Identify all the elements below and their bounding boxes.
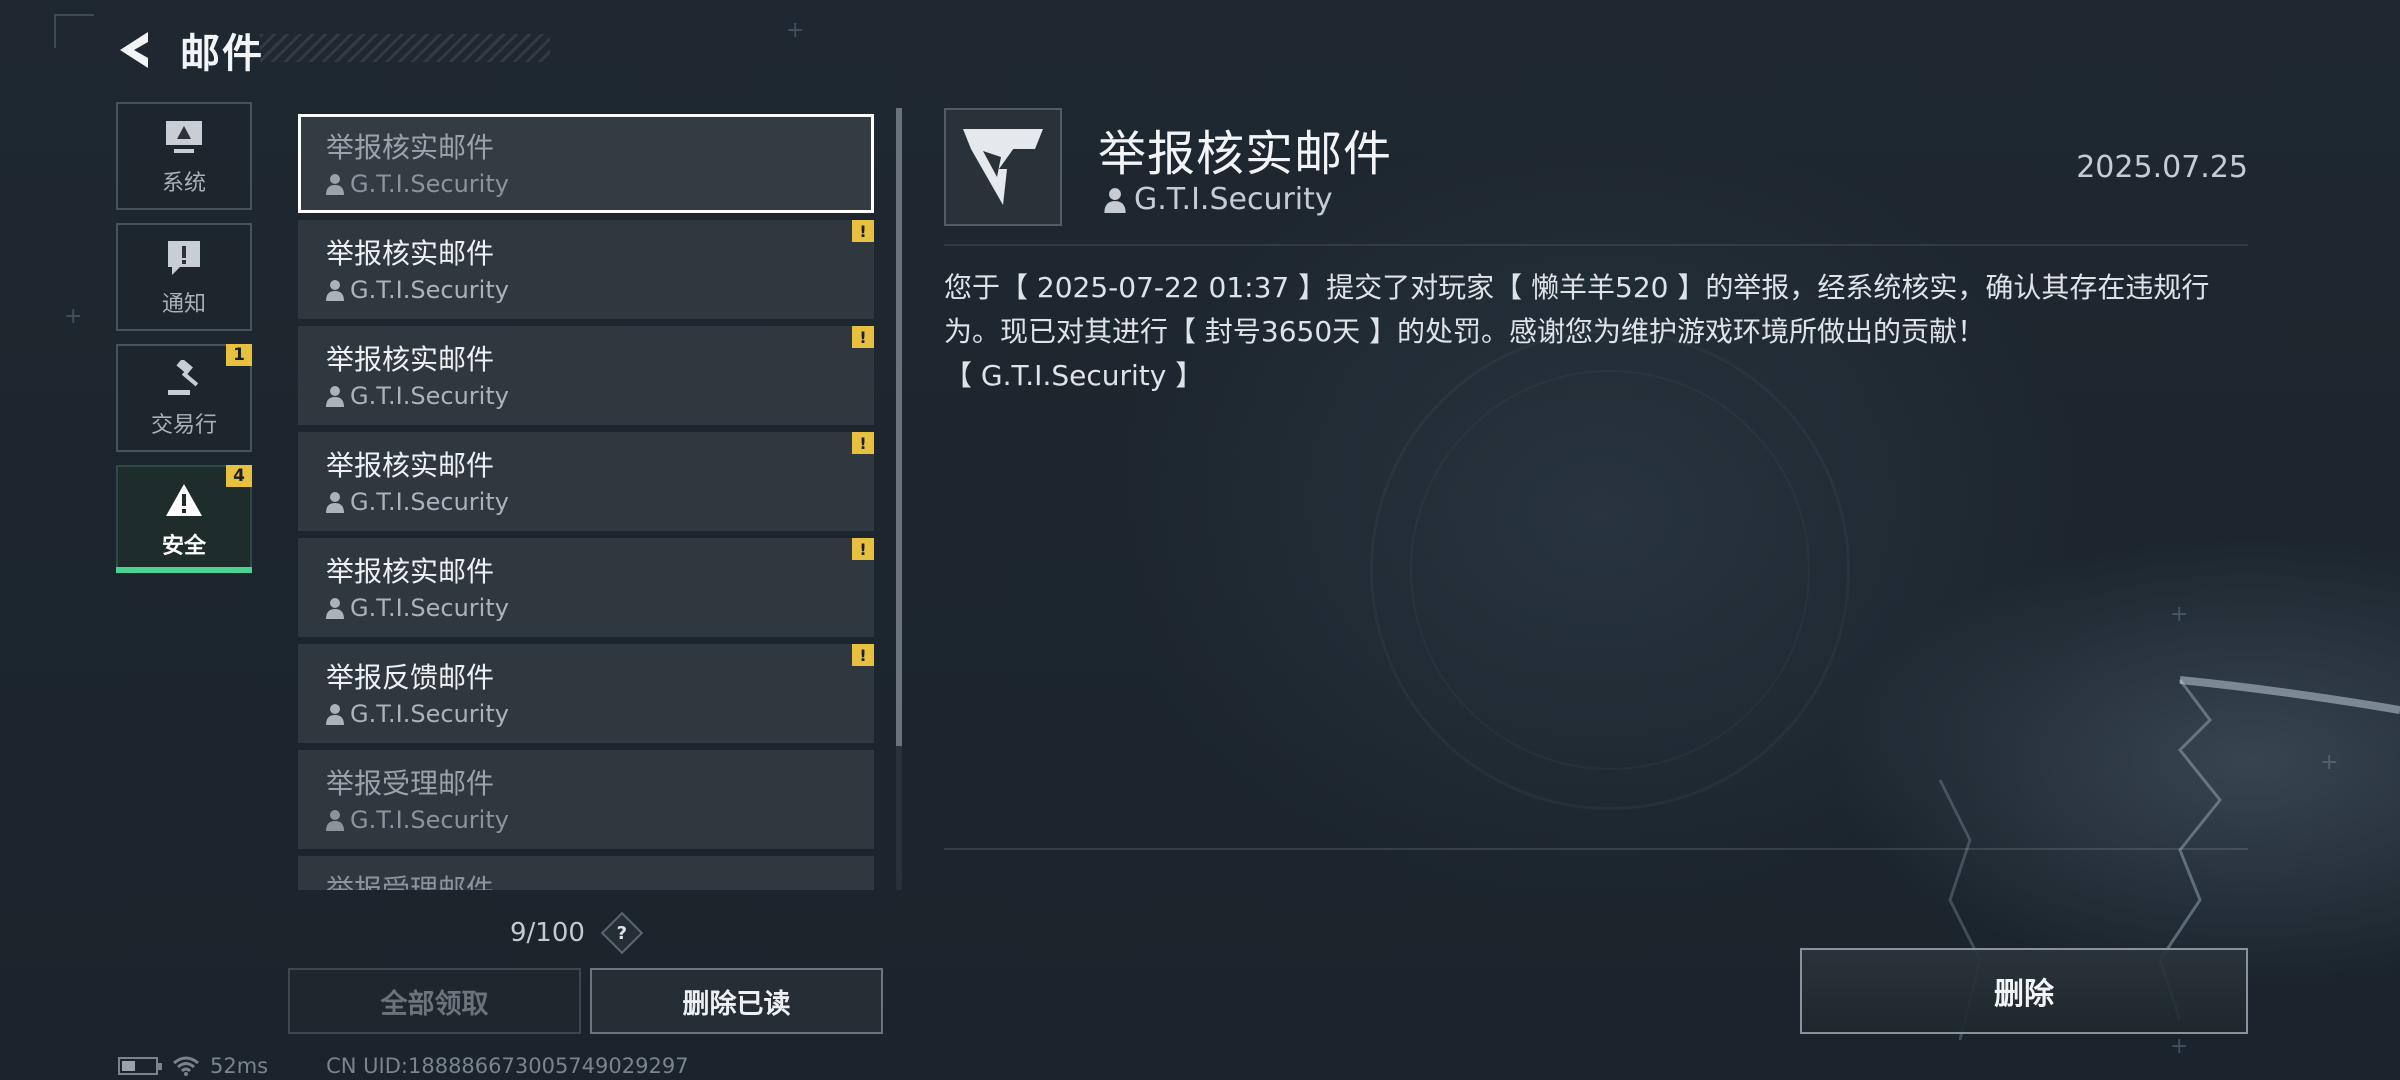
- person-icon: [326, 280, 344, 301]
- network-latency: 52ms: [210, 1054, 269, 1078]
- category-security[interactable]: 4 安全: [116, 465, 252, 573]
- status-bar: 52ms CN UID:18888667300574902929​7: [118, 1054, 689, 1078]
- mail-list-item[interactable]: ! 举报核实邮件 G.T.I.Security: [298, 326, 874, 425]
- mail-list-item[interactable]: ! 举报核实邮件 G.T.I.Security: [298, 432, 874, 531]
- mail-list-item[interactable]: ! 举报核实邮件 G.T.I.Security: [298, 220, 874, 319]
- mail-count: 9/100: [510, 918, 585, 948]
- mail-detail-body: 您于【 2025-07-22 01:37 】提交了对玩家【 懒羊羊520 】的举…: [944, 266, 2244, 398]
- help-button[interactable]: ?: [600, 911, 644, 955]
- mail-subject: 举报核实邮件: [326, 449, 495, 482]
- mail-subject: 举报核实邮件: [326, 555, 495, 588]
- gti-lightning-logo-icon: [963, 129, 1043, 205]
- person-icon: [326, 598, 344, 619]
- unread-warning-badge: !: [852, 432, 874, 454]
- background-emblem-ring-inner: [1410, 370, 1810, 770]
- unread-warning-badge: !: [852, 538, 874, 560]
- mail-category-sidebar: 系统 通知 1 交易行 4 安全: [116, 102, 252, 586]
- unread-count-badge: 4: [226, 465, 252, 487]
- divider: [944, 244, 2248, 246]
- person-icon: [326, 492, 344, 513]
- mail-subject: 举报受理邮件: [326, 873, 495, 890]
- mail-detail-title: 举报核实邮件: [1098, 126, 1393, 182]
- page-header: 邮件: [110, 22, 264, 78]
- unread-count-badge: 1: [226, 344, 252, 366]
- page-title: 邮件: [180, 31, 264, 77]
- mail-sender: G.T.I.Security: [350, 170, 509, 198]
- mail-list-scrollbar-thumb[interactable]: [896, 108, 902, 746]
- mail-body-line: 为。现已对其进行【 封号3650天 】的处罚。感谢您为维护游戏环境所做出的贡献！: [944, 315, 1986, 348]
- category-notice[interactable]: 通知: [116, 223, 252, 331]
- mail-count-row: 9/100 ?: [510, 911, 644, 955]
- mail-detail-sender-row: G.T.I.Security: [1104, 182, 1333, 217]
- category-label: 安全: [161, 534, 206, 559]
- person-icon: [326, 174, 344, 195]
- delete-read-button[interactable]: 删除已读: [590, 968, 883, 1034]
- category-trade[interactable]: 1 交易行: [116, 344, 252, 452]
- unread-warning-badge: !: [852, 326, 874, 348]
- category-label: 系统: [161, 171, 206, 196]
- sender-logo: [944, 108, 1062, 226]
- wifi-icon: [173, 1056, 199, 1076]
- mail-detail-date: 2025.07.25: [2076, 150, 2248, 185]
- exclamation-icon: [162, 236, 206, 280]
- mail-list-item[interactable]: 举报核实邮件 G.T.I.Security: [298, 114, 874, 213]
- mail-sender: G.T.I.Security: [350, 382, 509, 410]
- gavel-icon: [162, 357, 206, 401]
- corner-bracket-decoration: [54, 14, 94, 48]
- mail-list-item[interactable]: 举报受理邮件 G.T.I.Security: [298, 750, 874, 849]
- mail-sender: G.T.I.Security: [350, 806, 509, 834]
- battery-icon: [118, 1057, 162, 1075]
- mail-subject: 举报核实邮件: [326, 237, 495, 270]
- back-button[interactable]: [110, 24, 162, 76]
- unread-warning-badge: !: [852, 644, 874, 666]
- user-uid: CN UID:18888667300574902929​7: [326, 1054, 689, 1078]
- unread-warning-badge: !: [852, 220, 874, 242]
- warning-triangle-icon: [162, 478, 206, 522]
- mail-subject: 举报核实邮件: [326, 131, 495, 164]
- person-icon: [326, 704, 344, 725]
- mail-sender: G.T.I.Security: [350, 594, 509, 622]
- monitor-icon: [162, 115, 206, 159]
- mail-sender: G.T.I.Security: [350, 276, 509, 304]
- mail-list-item[interactable]: 举报受理邮件: [298, 856, 874, 890]
- mail-list-item[interactable]: ! 举报反馈邮件 G.T.I.Security: [298, 644, 874, 743]
- category-label: 通知: [161, 292, 206, 317]
- category-label: 交易行: [150, 413, 217, 438]
- chevron-left-icon: [120, 32, 148, 68]
- crosshair-decoration: +: [2170, 602, 2189, 627]
- claim-all-button[interactable]: 全部领取: [288, 968, 581, 1034]
- person-icon: [326, 386, 344, 407]
- mail-list-item[interactable]: ! 举报核实邮件 G.T.I.Security: [298, 538, 874, 637]
- mail-subject: 举报受理邮件: [326, 767, 495, 800]
- question-icon: ?: [616, 922, 628, 944]
- mail-subject: 举报反馈邮件: [326, 661, 495, 694]
- crosshair-decoration: +: [64, 304, 83, 329]
- divider: [944, 848, 2248, 850]
- person-icon: [326, 810, 344, 831]
- person-icon: [1104, 187, 1126, 213]
- delete-mail-button[interactable]: 删除: [1800, 948, 2248, 1034]
- title-stripes-decoration: [260, 34, 550, 62]
- mail-sender: G.T.I.Security: [350, 488, 509, 516]
- crosshair-decoration: +: [786, 18, 805, 43]
- mail-sender: G.T.I.Security: [350, 700, 509, 728]
- mail-subject: 举报核实邮件: [326, 343, 495, 376]
- mail-body-line: 【 G.T.I.Security 】: [944, 359, 1204, 392]
- mail-list[interactable]: 举报核实邮件 G.T.I.Security ! 举报核实邮件 G.T.I.Sec…: [298, 114, 874, 890]
- mail-detail-sender: G.T.I.Security: [1134, 182, 1333, 217]
- mail-body-line: 您于【 2025-07-22 01:37 】提交了对玩家【 懒羊羊520 】的举…: [944, 271, 2210, 304]
- category-system[interactable]: 系统: [116, 102, 252, 210]
